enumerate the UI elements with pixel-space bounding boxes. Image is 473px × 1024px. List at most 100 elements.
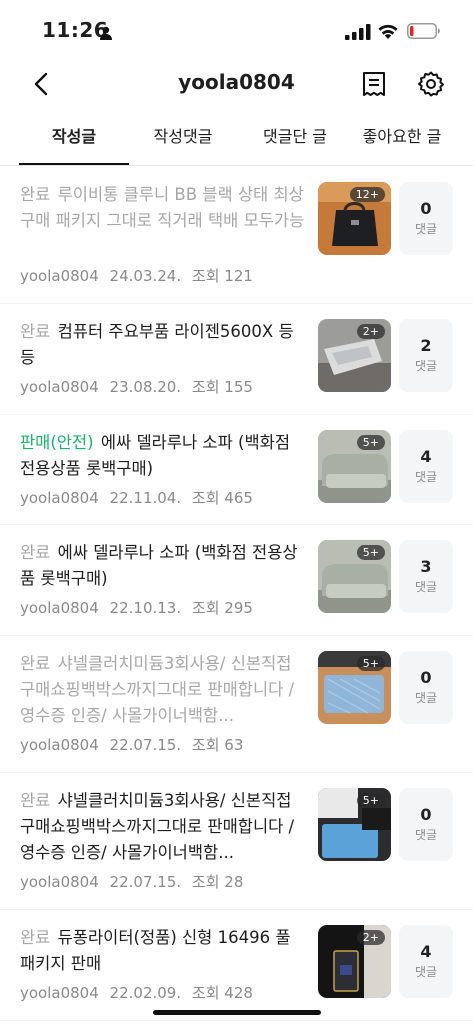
post-meta: yoola0804 22.11.04. 조회 465 (20, 487, 259, 508)
comment-count-box[interactable]: 2 댓글 (399, 319, 453, 392)
status-badge: 완료 (20, 185, 51, 204)
post-views: 조회 63 (191, 736, 244, 754)
post-views: 조회 428 (191, 984, 253, 1002)
cellular-signal-icon (345, 24, 371, 44)
list-item[interactable]: 완료 샤넬클러치미듐3회사용/ 신본직접구매쇼핑백박스까지그대로 판매합니다 /… (0, 773, 473, 910)
image-count-badge: 2+ (356, 930, 385, 945)
post-meta: yoola0804 24.03.24. 조회 121 (20, 265, 259, 286)
post-date: 24.03.24. (109, 267, 182, 285)
comment-label: 댓글 (414, 965, 438, 979)
post-views: 조회 465 (191, 489, 253, 507)
comment-count-box[interactable]: 3 댓글 (399, 540, 453, 613)
tab-bar: 작성글 작성댓글 댓글단 글 좋아요한 글 (0, 116, 473, 166)
post-meta: yoola0804 22.02.09. 조회 428 (20, 982, 259, 1003)
comment-label: 댓글 (414, 691, 438, 705)
post-title: 완료 컴퓨터 주요부품 라이젠5600X 등등 (20, 322, 294, 367)
post-date: 22.02.09. (109, 984, 182, 1002)
post-views: 조회 155 (191, 378, 253, 396)
receipt-button[interactable] (360, 70, 388, 98)
post-meta: yoola0804 23.08.20. 조회 155 (20, 376, 259, 397)
comment-label: 댓글 (414, 470, 438, 484)
comment-count: 2 (420, 336, 432, 355)
status-badge: 완료 (20, 791, 51, 810)
tab-my-comments[interactable]: 작성댓글 (137, 116, 229, 165)
post-author: yoola0804 (20, 873, 99, 891)
comment-label: 댓글 (414, 222, 438, 236)
post-author: yoola0804 (20, 267, 99, 285)
post-title: 판매(안전) 에싸 델라루나 소파 (백화점 전용상품 롯백구매) (20, 433, 291, 478)
image-count-badge: 2+ (356, 324, 385, 339)
comment-count-box[interactable]: 4 댓글 (399, 925, 453, 998)
post-views: 조회 121 (191, 267, 253, 285)
comment-count-box[interactable]: 4 댓글 (399, 430, 453, 503)
list-item[interactable]: 완료 컴퓨터 주요부품 라이젠5600X 등등 yoola0804 23.08.… (0, 304, 473, 415)
image-count-badge: 5+ (356, 545, 385, 560)
comment-count: 0 (420, 668, 432, 687)
list-item[interactable]: 완료 에싸 델라루나 소파 (백화점 전용상품 롯백구매) yoola0804 … (0, 525, 473, 636)
post-views: 조회 28 (191, 873, 244, 891)
post-meta: yoola0804 22.07.15. 조회 63 (20, 734, 249, 755)
comment-count-box[interactable]: 0 댓글 (399, 182, 453, 255)
post-author: yoola0804 (20, 599, 99, 617)
post-thumbnail[interactable]: 12+ (318, 182, 391, 255)
status-badge: 완료 (20, 928, 51, 947)
image-count-badge: 5+ (356, 793, 385, 808)
post-author: yoola0804 (20, 378, 99, 396)
post-meta: yoola0804 22.07.15. 조회 28 (20, 871, 249, 892)
post-date: 22.11.04. (109, 489, 182, 507)
list-item[interactable]: 완료 듀퐁라이터(정품) 신형 16496 풀패키지 판매 yoola0804 … (0, 910, 473, 1021)
post-title: 완료 샤넬클러치미듐3회사용/ 신본직접구매쇼핑백박스까지그대로 판매합니다 /… (20, 791, 295, 862)
post-date: 22.07.15. (109, 873, 182, 891)
comment-label: 댓글 (414, 828, 438, 842)
status-badge: 완료 (20, 654, 51, 673)
battery-icon (407, 23, 441, 43)
gear-icon (418, 71, 444, 97)
post-title: 완료 루이비통 클루니 BB 블랙 상태 최상 구매 패키지 그대로 직거래 택… (20, 185, 305, 230)
comment-count-box[interactable]: 0 댓글 (399, 788, 453, 861)
post-thumbnail[interactable]: 2+ (318, 925, 391, 998)
status-badge: 완료 (20, 543, 51, 562)
home-indicator[interactable] (153, 1010, 321, 1015)
post-title: 완료 샤넬클러치미듐3회사용/ 신본직접구매쇼핑백박스까지그대로 판매합니다 /… (20, 654, 295, 725)
status-badge: 판매(안전) (20, 433, 94, 452)
image-count-badge: 12+ (349, 187, 385, 202)
tab-liked-posts[interactable]: 좋아요한 글 (352, 116, 452, 165)
list-item[interactable]: 판매(안전) 에싸 델라루나 소파 (백화점 전용상품 롯백구매) yoola0… (0, 415, 473, 525)
image-count-badge: 5+ (356, 656, 385, 671)
person-icon (99, 25, 113, 44)
post-date: 23.08.20. (109, 378, 182, 396)
post-views: 조회 295 (191, 599, 253, 617)
post-author: yoola0804 (20, 489, 99, 507)
post-meta: yoola0804 22.10.13. 조회 295 (20, 597, 259, 618)
comment-count-box[interactable]: 0 댓글 (399, 651, 453, 724)
comment-count: 4 (420, 447, 432, 466)
post-date: 22.07.15. (109, 736, 182, 754)
app-header: yoola0804 (0, 60, 473, 110)
post-date: 22.10.13. (109, 599, 182, 617)
status-bar: 11:26 (0, 0, 473, 60)
post-author: yoola0804 (20, 984, 99, 1002)
comment-count: 0 (420, 199, 432, 218)
post-title: 완료 듀퐁라이터(정품) 신형 16496 풀패키지 판매 (20, 928, 291, 973)
tab-commented-posts[interactable]: 댓글단 글 (250, 116, 340, 165)
list-item[interactable]: 완료 루이비통 클루니 BB 블랙 상태 최상 구매 패키지 그대로 직거래 택… (0, 167, 473, 304)
tab-my-posts[interactable]: 작성글 (19, 116, 129, 165)
receipt-icon (363, 72, 385, 96)
comment-label: 댓글 (414, 359, 438, 373)
post-thumbnail[interactable]: 5+ (318, 651, 391, 724)
image-count-badge: 5+ (356, 435, 385, 450)
comment-count: 4 (420, 942, 432, 961)
post-thumbnail[interactable]: 5+ (318, 788, 391, 861)
post-list: 완료 루이비통 클루니 BB 블랙 상태 최상 구매 패키지 그대로 직거래 택… (0, 167, 473, 1021)
post-thumbnail[interactable]: 5+ (318, 430, 391, 503)
wifi-icon (377, 22, 399, 44)
settings-button[interactable] (417, 70, 445, 98)
post-title: 완료 에싸 델라루나 소파 (백화점 전용상품 롯백구매) (20, 543, 298, 588)
page-title: yoola0804 (178, 70, 295, 94)
post-thumbnail[interactable]: 2+ (318, 319, 391, 392)
list-item[interactable]: 완료 샤넬클러치미듐3회사용/ 신본직접구매쇼핑백박스까지그대로 판매합니다 /… (0, 636, 473, 773)
comment-count: 0 (420, 805, 432, 824)
comment-label: 댓글 (414, 580, 438, 594)
comment-count: 3 (420, 557, 432, 576)
post-thumbnail[interactable]: 5+ (318, 540, 391, 613)
